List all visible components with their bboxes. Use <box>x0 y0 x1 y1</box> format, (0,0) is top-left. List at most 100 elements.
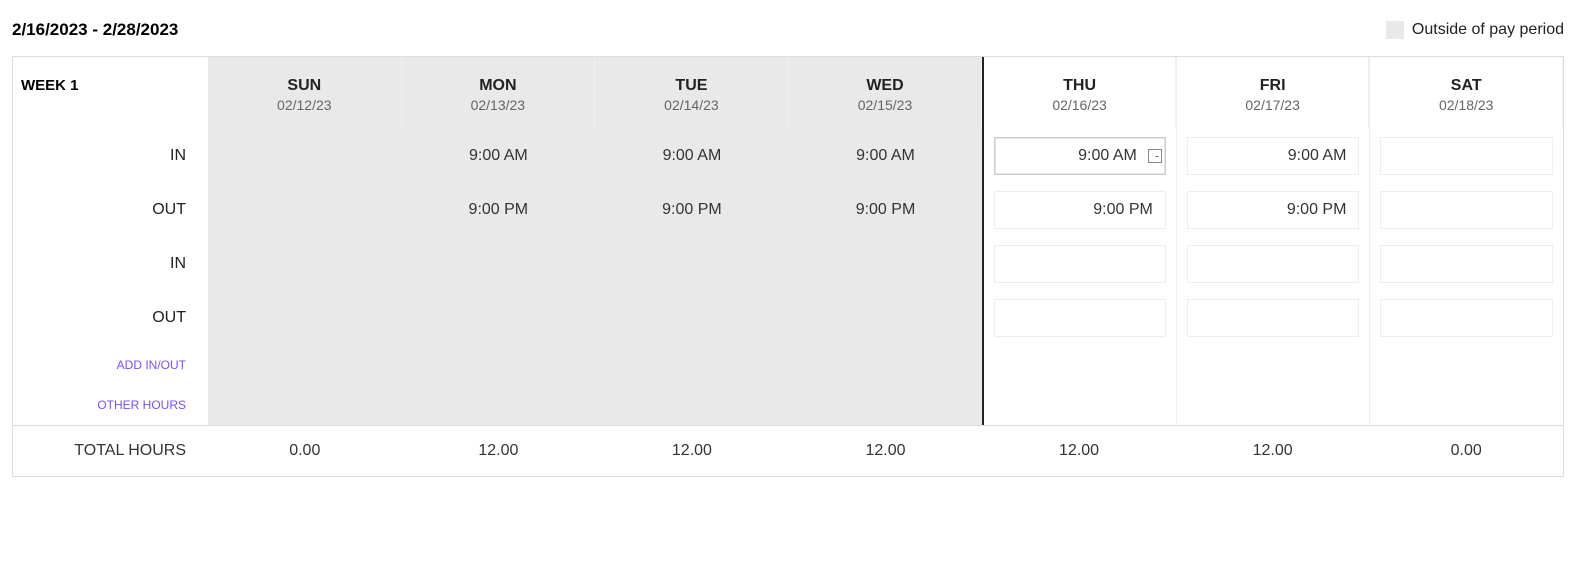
row-label-in2: IN <box>13 237 208 291</box>
legend-outside-period: Outside of pay period <box>1386 21 1564 39</box>
week-label: WEEK 1 <box>13 57 208 129</box>
time-cell-tue-in2 <box>595 237 789 291</box>
spacer-cell <box>1176 345 1370 385</box>
time-cell-sat-in2 <box>1369 237 1563 291</box>
spacer-cell <box>982 345 1176 385</box>
day-header-tue: TUE 02/14/23 <box>595 57 789 129</box>
time-cell-fri-out2 <box>1176 291 1370 345</box>
time-cell-sun-out2 <box>208 291 402 345</box>
time-cell-thu-out1 <box>982 183 1176 237</box>
time-cell-wed-in1: 9:00 AM <box>789 129 983 183</box>
time-input-sat-out2[interactable] <box>1380 299 1553 337</box>
total-hours-sat: 0.00 <box>1369 425 1563 476</box>
day-header-mon: MON 02/13/23 <box>402 57 596 129</box>
spacer-cell <box>982 385 1176 425</box>
day-name: WED <box>797 77 974 95</box>
time-value: 9:00 AM <box>663 147 722 165</box>
time-cell-tue-in1: 9:00 AM <box>595 129 789 183</box>
time-input-thu-in2[interactable] <box>994 245 1166 283</box>
time-input-thu-out1[interactable] <box>994 191 1166 229</box>
time-input-sat-in1[interactable] <box>1380 137 1553 175</box>
time-value: 9:00 AM <box>856 147 915 165</box>
day-date: 02/18/23 <box>1378 97 1554 113</box>
spacer-cell <box>789 385 983 425</box>
time-input-fri-out2[interactable] <box>1187 299 1360 337</box>
time-cell-tue-out1: 9:00 PM <box>595 183 789 237</box>
clock-icon[interactable] <box>1148 149 1162 163</box>
time-cell-sun-out1 <box>208 183 402 237</box>
time-cell-thu-in2 <box>982 237 1176 291</box>
day-name: THU <box>992 77 1167 95</box>
time-cell-sun-in1 <box>208 129 402 183</box>
time-value: 9:00 PM <box>662 201 722 219</box>
spacer-cell <box>402 345 596 385</box>
time-value: 9:00 AM <box>469 147 528 165</box>
day-header-sat: SAT 02/18/23 <box>1369 57 1563 129</box>
time-cell-wed-out1: 9:00 PM <box>789 183 983 237</box>
time-cell-sun-in2 <box>208 237 402 291</box>
day-date: 02/12/23 <box>216 97 393 113</box>
total-hours-fri: 12.00 <box>1176 425 1370 476</box>
day-date: 02/17/23 <box>1185 97 1361 113</box>
time-input-fri-in2[interactable] <box>1187 245 1360 283</box>
time-value: 9:00 PM <box>856 201 916 219</box>
total-hours-label: TOTAL HOURS <box>13 425 208 476</box>
day-header-fri: FRI 02/17/23 <box>1176 57 1370 129</box>
spacer-cell <box>595 385 789 425</box>
pay-period-date-range: 2/16/2023 - 2/28/2023 <box>12 20 178 40</box>
time-cell-tue-out2 <box>595 291 789 345</box>
time-cell-mon-out1: 9:00 PM <box>402 183 596 237</box>
add-in-out-button[interactable]: ADD IN/OUT <box>13 345 208 385</box>
spacer-cell <box>789 345 983 385</box>
day-name: TUE <box>603 77 780 95</box>
row-label-in1: IN <box>13 129 208 183</box>
time-cell-mon-out2 <box>402 291 596 345</box>
time-cell-mon-in1: 9:00 AM <box>402 129 596 183</box>
time-cell-thu-out2 <box>982 291 1176 345</box>
total-hours-tue: 12.00 <box>595 425 789 476</box>
time-input-fri-in1[interactable] <box>1187 137 1360 175</box>
time-cell-fri-out1 <box>1176 183 1370 237</box>
day-date: 02/15/23 <box>797 97 974 113</box>
time-cell-sat-in1 <box>1369 129 1563 183</box>
time-input-thu-in1[interactable] <box>994 137 1166 175</box>
spacer-cell <box>208 385 402 425</box>
spacer-cell <box>595 345 789 385</box>
total-hours-mon: 12.00 <box>402 425 596 476</box>
day-date: 02/14/23 <box>603 97 780 113</box>
time-cell-mon-in2 <box>402 237 596 291</box>
day-date: 02/16/23 <box>992 97 1167 113</box>
row-label-out1: OUT <box>13 183 208 237</box>
other-hours-button[interactable]: OTHER HOURS <box>13 385 208 425</box>
day-name: MON <box>410 77 587 95</box>
day-name: SAT <box>1378 77 1554 95</box>
time-cell-sat-out2 <box>1369 291 1563 345</box>
day-header-thu: THU 02/16/23 <box>982 57 1176 129</box>
spacer-cell <box>1369 345 1563 385</box>
time-cell-fri-in2 <box>1176 237 1370 291</box>
spacer-cell <box>208 345 402 385</box>
legend-swatch <box>1386 21 1404 39</box>
day-name: SUN <box>216 77 393 95</box>
day-date: 02/13/23 <box>410 97 587 113</box>
time-cell-fri-in1 <box>1176 129 1370 183</box>
day-header-wed: WED 02/15/23 <box>789 57 983 129</box>
total-hours-wed: 12.00 <box>789 425 983 476</box>
time-input-fri-out1[interactable] <box>1187 191 1360 229</box>
time-input-thu-out2[interactable] <box>994 299 1166 337</box>
time-input-sat-in2[interactable] <box>1380 245 1553 283</box>
spacer-cell <box>402 385 596 425</box>
spacer-cell <box>1369 385 1563 425</box>
day-name: FRI <box>1185 77 1361 95</box>
time-cell-wed-in2 <box>789 237 983 291</box>
legend-label: Outside of pay period <box>1412 21 1564 39</box>
time-input-sat-out1[interactable] <box>1380 191 1553 229</box>
total-hours-thu: 12.00 <box>982 425 1176 476</box>
total-hours-sun: 0.00 <box>208 425 402 476</box>
time-cell-sat-out1 <box>1369 183 1563 237</box>
time-cell-thu-in1 <box>982 129 1176 183</box>
time-cell-wed-out2 <box>789 291 983 345</box>
time-value: 9:00 PM <box>469 201 529 219</box>
day-header-sun: SUN 02/12/23 <box>208 57 402 129</box>
row-label-out2: OUT <box>13 291 208 345</box>
